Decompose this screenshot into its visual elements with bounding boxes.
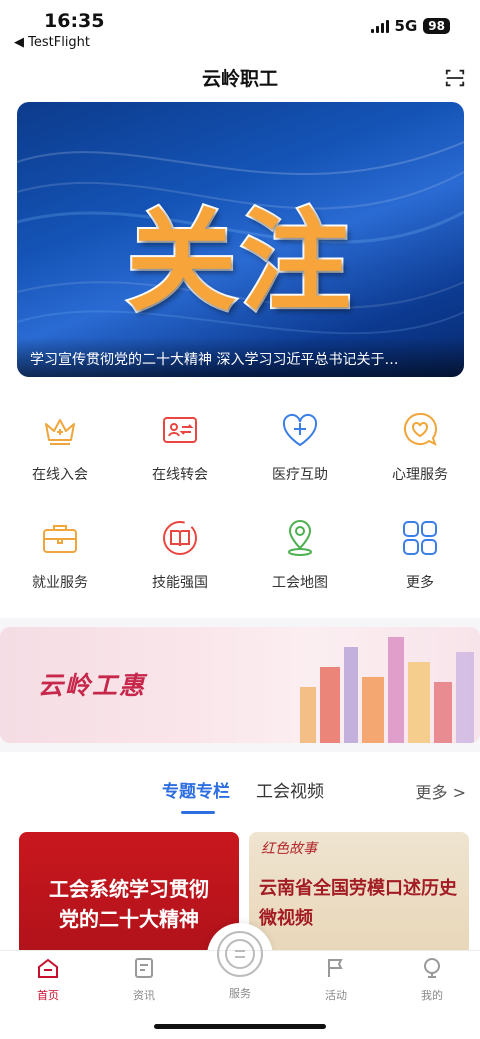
more-link[interactable]: 更多 > [416, 779, 467, 803]
page-title: 云岭职工 [201, 68, 278, 90]
home-indicator [154, 1024, 326, 1029]
service-icon [217, 931, 263, 977]
tab-label: 活动 [325, 989, 347, 1002]
service-transfer-union[interactable]: 在线转会 [120, 410, 240, 484]
tab-label: 首页 [37, 989, 59, 1002]
service-label: 技能强国 [152, 575, 208, 591]
banner-headline: 关注 [125, 196, 355, 328]
card-title-line: 微视频 [259, 908, 313, 929]
home-icon [38, 958, 58, 978]
yunling-gonghui-promo[interactable]: 云岭工惠 [0, 627, 480, 743]
service-label: 在线转会 [152, 467, 208, 483]
book-icon [163, 521, 197, 555]
service-join-union[interactable]: 在线入会 [0, 410, 120, 484]
back-to-testflight[interactable]: ◀ TestFlight [14, 35, 90, 50]
active-tab-indicator [181, 811, 215, 814]
service-more[interactable]: 更多 [360, 518, 480, 592]
service-label: 在线入会 [32, 467, 88, 483]
city-skyline-illustration [300, 637, 474, 743]
topic-tabs: 专题专栏 工会视频 更多 > [0, 752, 480, 822]
tab-union-videos[interactable]: 工会视频 [256, 777, 324, 802]
tab-activities[interactable]: 活动 [301, 956, 371, 1003]
tab-news[interactable]: 资讯 [109, 956, 179, 1003]
status-bar: 16:35 ◀ TestFlight 5G 98 [0, 0, 480, 58]
briefcase-icon [43, 525, 77, 553]
scan-icon[interactable] [444, 67, 466, 89]
service-label: 医疗互助 [272, 467, 328, 483]
service-label: 心理服务 [392, 467, 448, 483]
heart-plus-icon [282, 413, 318, 447]
card-title: 工会系统学习贯彻 党的二十大精神 [19, 874, 239, 934]
tab-label: 我的 [421, 989, 443, 1002]
chat-heart-icon [404, 412, 438, 446]
flag-icon [328, 959, 343, 977]
service-union-map[interactable]: 工会地图 [240, 518, 360, 592]
service-label: 工会地图 [272, 575, 328, 591]
status-right: 5G 98 [370, 17, 450, 35]
tab-special-topics[interactable]: 专题专栏 [162, 777, 230, 802]
service-psychology[interactable]: 心理服务 [360, 410, 480, 484]
card-script-heading: 红色故事 [261, 841, 317, 857]
id-card-transfer-icon [163, 417, 197, 443]
signal-icon [370, 19, 389, 33]
app-header: 云岭职工 [0, 58, 480, 98]
service-label: 更多 [406, 575, 434, 591]
topic-card[interactable]: 红色故事 云南省全国劳模口述历史 微视频 [249, 832, 469, 957]
service-employment[interactable]: 就业服务 [0, 518, 120, 592]
crown-plus-icon [45, 419, 75, 445]
tab-label: 资讯 [133, 989, 155, 1002]
battery-icon: 98 [423, 18, 450, 34]
tab-home[interactable]: 首页 [13, 956, 83, 1003]
promo-title: 云岭工惠 [38, 671, 147, 700]
service-label: 就业服务 [32, 575, 88, 591]
tab-services[interactable]: 服务 [205, 929, 275, 1001]
grid-icon [403, 521, 437, 555]
banner-carousel[interactable]: 关注 学习宣传贯彻党的二十大精神 深入学习习近平总书记关于… [17, 102, 464, 377]
service-skills[interactable]: 技能强国 [120, 518, 240, 592]
service-medical-aid[interactable]: 医疗互助 [240, 410, 360, 484]
news-icon [135, 958, 153, 978]
map-pin-icon [288, 520, 312, 556]
network-label: 5G [394, 17, 418, 35]
card-title: 云南省全国劳模口述历史 微视频 [259, 874, 457, 934]
card-title-line: 云南省全国劳模口述历史 [259, 878, 457, 899]
tab-label: 服务 [229, 987, 251, 1000]
status-time: 16:35 [44, 10, 105, 32]
tab-profile[interactable]: 我的 [397, 956, 467, 1003]
card-title-line: 工会系统学习贯彻 [49, 877, 209, 901]
banner-caption: 学习宣传贯彻党的二十大精神 深入学习习近平总书记关于… [30, 352, 399, 368]
profile-icon [424, 958, 440, 978]
